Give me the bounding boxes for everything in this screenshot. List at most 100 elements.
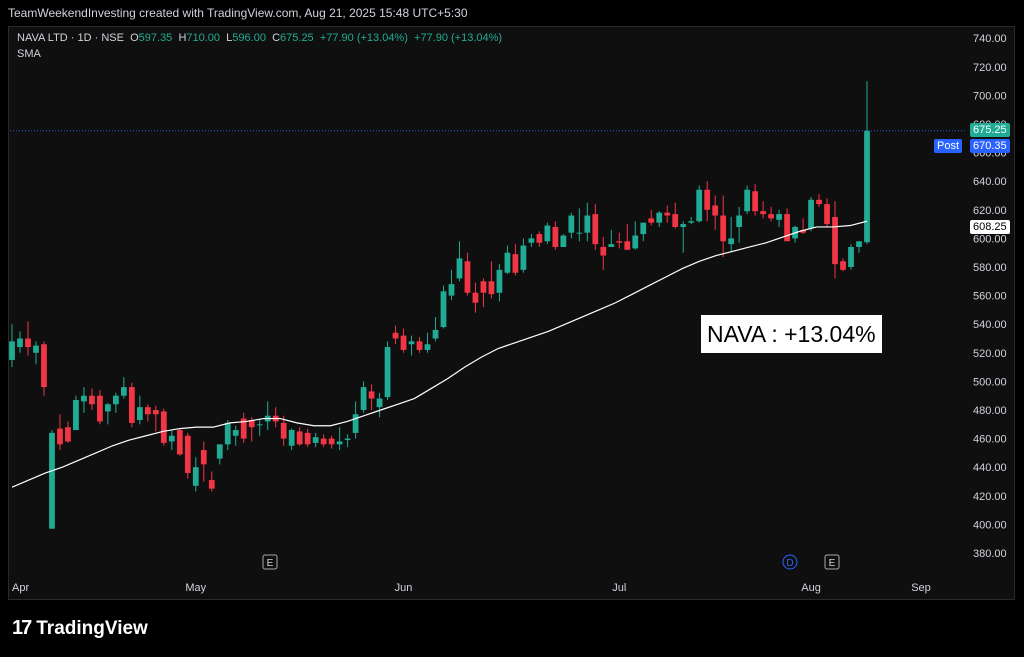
candle-body bbox=[208, 480, 215, 489]
candle-body bbox=[25, 338, 31, 348]
y-tick-label: 460.00 bbox=[973, 434, 1007, 446]
candle-body bbox=[432, 329, 439, 339]
post-market-price-tag: 670.35 bbox=[970, 139, 1010, 153]
candle-body bbox=[168, 435, 175, 442]
candle-body bbox=[696, 189, 703, 222]
candle-body bbox=[512, 254, 519, 273]
dividend-marker-label: D bbox=[786, 558, 793, 569]
y-tick-label: 440.00 bbox=[973, 462, 1007, 474]
candle-body bbox=[760, 211, 766, 215]
candle-body bbox=[504, 252, 511, 273]
candle-body bbox=[336, 441, 343, 445]
candle-body bbox=[520, 245, 527, 270]
candle-body bbox=[73, 399, 79, 431]
candle-body bbox=[296, 431, 303, 445]
y-tick-label: 720.00 bbox=[973, 62, 1007, 74]
candle-body bbox=[624, 241, 631, 250]
candle-body bbox=[33, 345, 39, 353]
candle-body bbox=[232, 430, 239, 436]
candle-body bbox=[584, 215, 591, 233]
last-price-tag: 675.25 bbox=[970, 123, 1010, 137]
candle-body bbox=[57, 428, 63, 445]
candle-body bbox=[576, 232, 583, 234]
x-month-label: May bbox=[185, 582, 206, 594]
candle-body bbox=[440, 291, 447, 328]
candle-body bbox=[592, 214, 599, 245]
tradingview-logo[interactable]: 17 TradingView bbox=[12, 617, 148, 640]
candle-body bbox=[17, 338, 23, 348]
candle-body bbox=[424, 344, 431, 350]
candle-body bbox=[41, 344, 47, 388]
candle-body bbox=[672, 214, 679, 227]
candle-body bbox=[97, 395, 103, 422]
y-tick-label: 580.00 bbox=[973, 262, 1007, 274]
candle-body bbox=[344, 438, 351, 441]
candle-body bbox=[312, 437, 319, 443]
legend-close-value: 675.25 bbox=[280, 32, 314, 44]
legend-change: +77.90 (+13.04%) bbox=[319, 32, 408, 44]
candle-body bbox=[632, 235, 639, 249]
sma-indicator-label[interactable]: SMA bbox=[17, 48, 41, 60]
candle-body bbox=[768, 214, 774, 219]
sma-value-tag: 608.25 bbox=[970, 220, 1010, 234]
candle-body bbox=[456, 258, 463, 279]
candle-body bbox=[280, 422, 287, 439]
legend-close-label: C bbox=[272, 32, 281, 44]
candle-body bbox=[256, 424, 263, 426]
candle-body bbox=[528, 238, 535, 243]
x-month-label: Jul bbox=[612, 582, 626, 594]
candle-body bbox=[320, 438, 327, 445]
candle-body bbox=[464, 261, 471, 293]
post-market-label: Post bbox=[934, 139, 963, 153]
earnings-marker-label: E bbox=[829, 558, 836, 569]
y-tick-label: 420.00 bbox=[973, 491, 1007, 503]
y-tick-label: 480.00 bbox=[973, 405, 1007, 417]
candle-body bbox=[824, 204, 830, 225]
candle-body bbox=[560, 235, 567, 247]
candle-body bbox=[192, 467, 199, 486]
candle-body bbox=[864, 130, 870, 243]
y-tick-label: 540.00 bbox=[973, 319, 1007, 331]
candle-body bbox=[328, 438, 335, 445]
candle-body bbox=[416, 341, 423, 350]
candle-body bbox=[480, 281, 487, 293]
candle-body bbox=[608, 244, 615, 247]
candle-body bbox=[368, 391, 375, 399]
sma-line bbox=[11, 220, 868, 488]
candle-body bbox=[552, 226, 559, 247]
candle-body bbox=[89, 395, 95, 405]
ohlc-legend: NAVA LTD · 1D · NSE O597.35 H710.00 L596… bbox=[17, 32, 502, 44]
candle-body bbox=[448, 284, 455, 296]
legend-open-value: 597.35 bbox=[138, 32, 173, 44]
candle-body bbox=[776, 214, 782, 220]
candle-body bbox=[680, 224, 687, 227]
candle-body bbox=[712, 205, 719, 216]
y-tick-label: 640.00 bbox=[973, 176, 1007, 188]
candle-body bbox=[752, 191, 759, 212]
y-tick-label: 560.00 bbox=[973, 291, 1007, 303]
candle-body bbox=[840, 261, 846, 270]
candle-body bbox=[704, 189, 711, 210]
candle-body bbox=[136, 407, 143, 421]
candle-body bbox=[856, 241, 862, 247]
candle-body bbox=[648, 218, 655, 223]
candle-body bbox=[400, 335, 407, 350]
x-month-label: Apr bbox=[12, 582, 29, 594]
candle-body bbox=[9, 341, 15, 360]
y-tick-label: 600.00 bbox=[973, 233, 1007, 245]
candle-body bbox=[616, 241, 623, 243]
y-tick-label: 520.00 bbox=[973, 348, 1007, 360]
candle-body bbox=[49, 432, 55, 529]
candle-body bbox=[216, 444, 223, 459]
candle-body bbox=[352, 414, 359, 433]
candle-body bbox=[544, 225, 551, 242]
legend-symbol: NAVA LTD · 1D · NSE bbox=[17, 32, 124, 44]
legend-high-value: 710.00 bbox=[186, 32, 221, 44]
earnings-marker-label: E bbox=[267, 558, 274, 569]
candle-body bbox=[736, 215, 743, 227]
candle-body bbox=[536, 234, 543, 243]
candle-body bbox=[808, 199, 814, 229]
candle-body bbox=[384, 347, 391, 398]
y-tick-label: 700.00 bbox=[973, 90, 1007, 102]
candle-body bbox=[472, 292, 479, 303]
